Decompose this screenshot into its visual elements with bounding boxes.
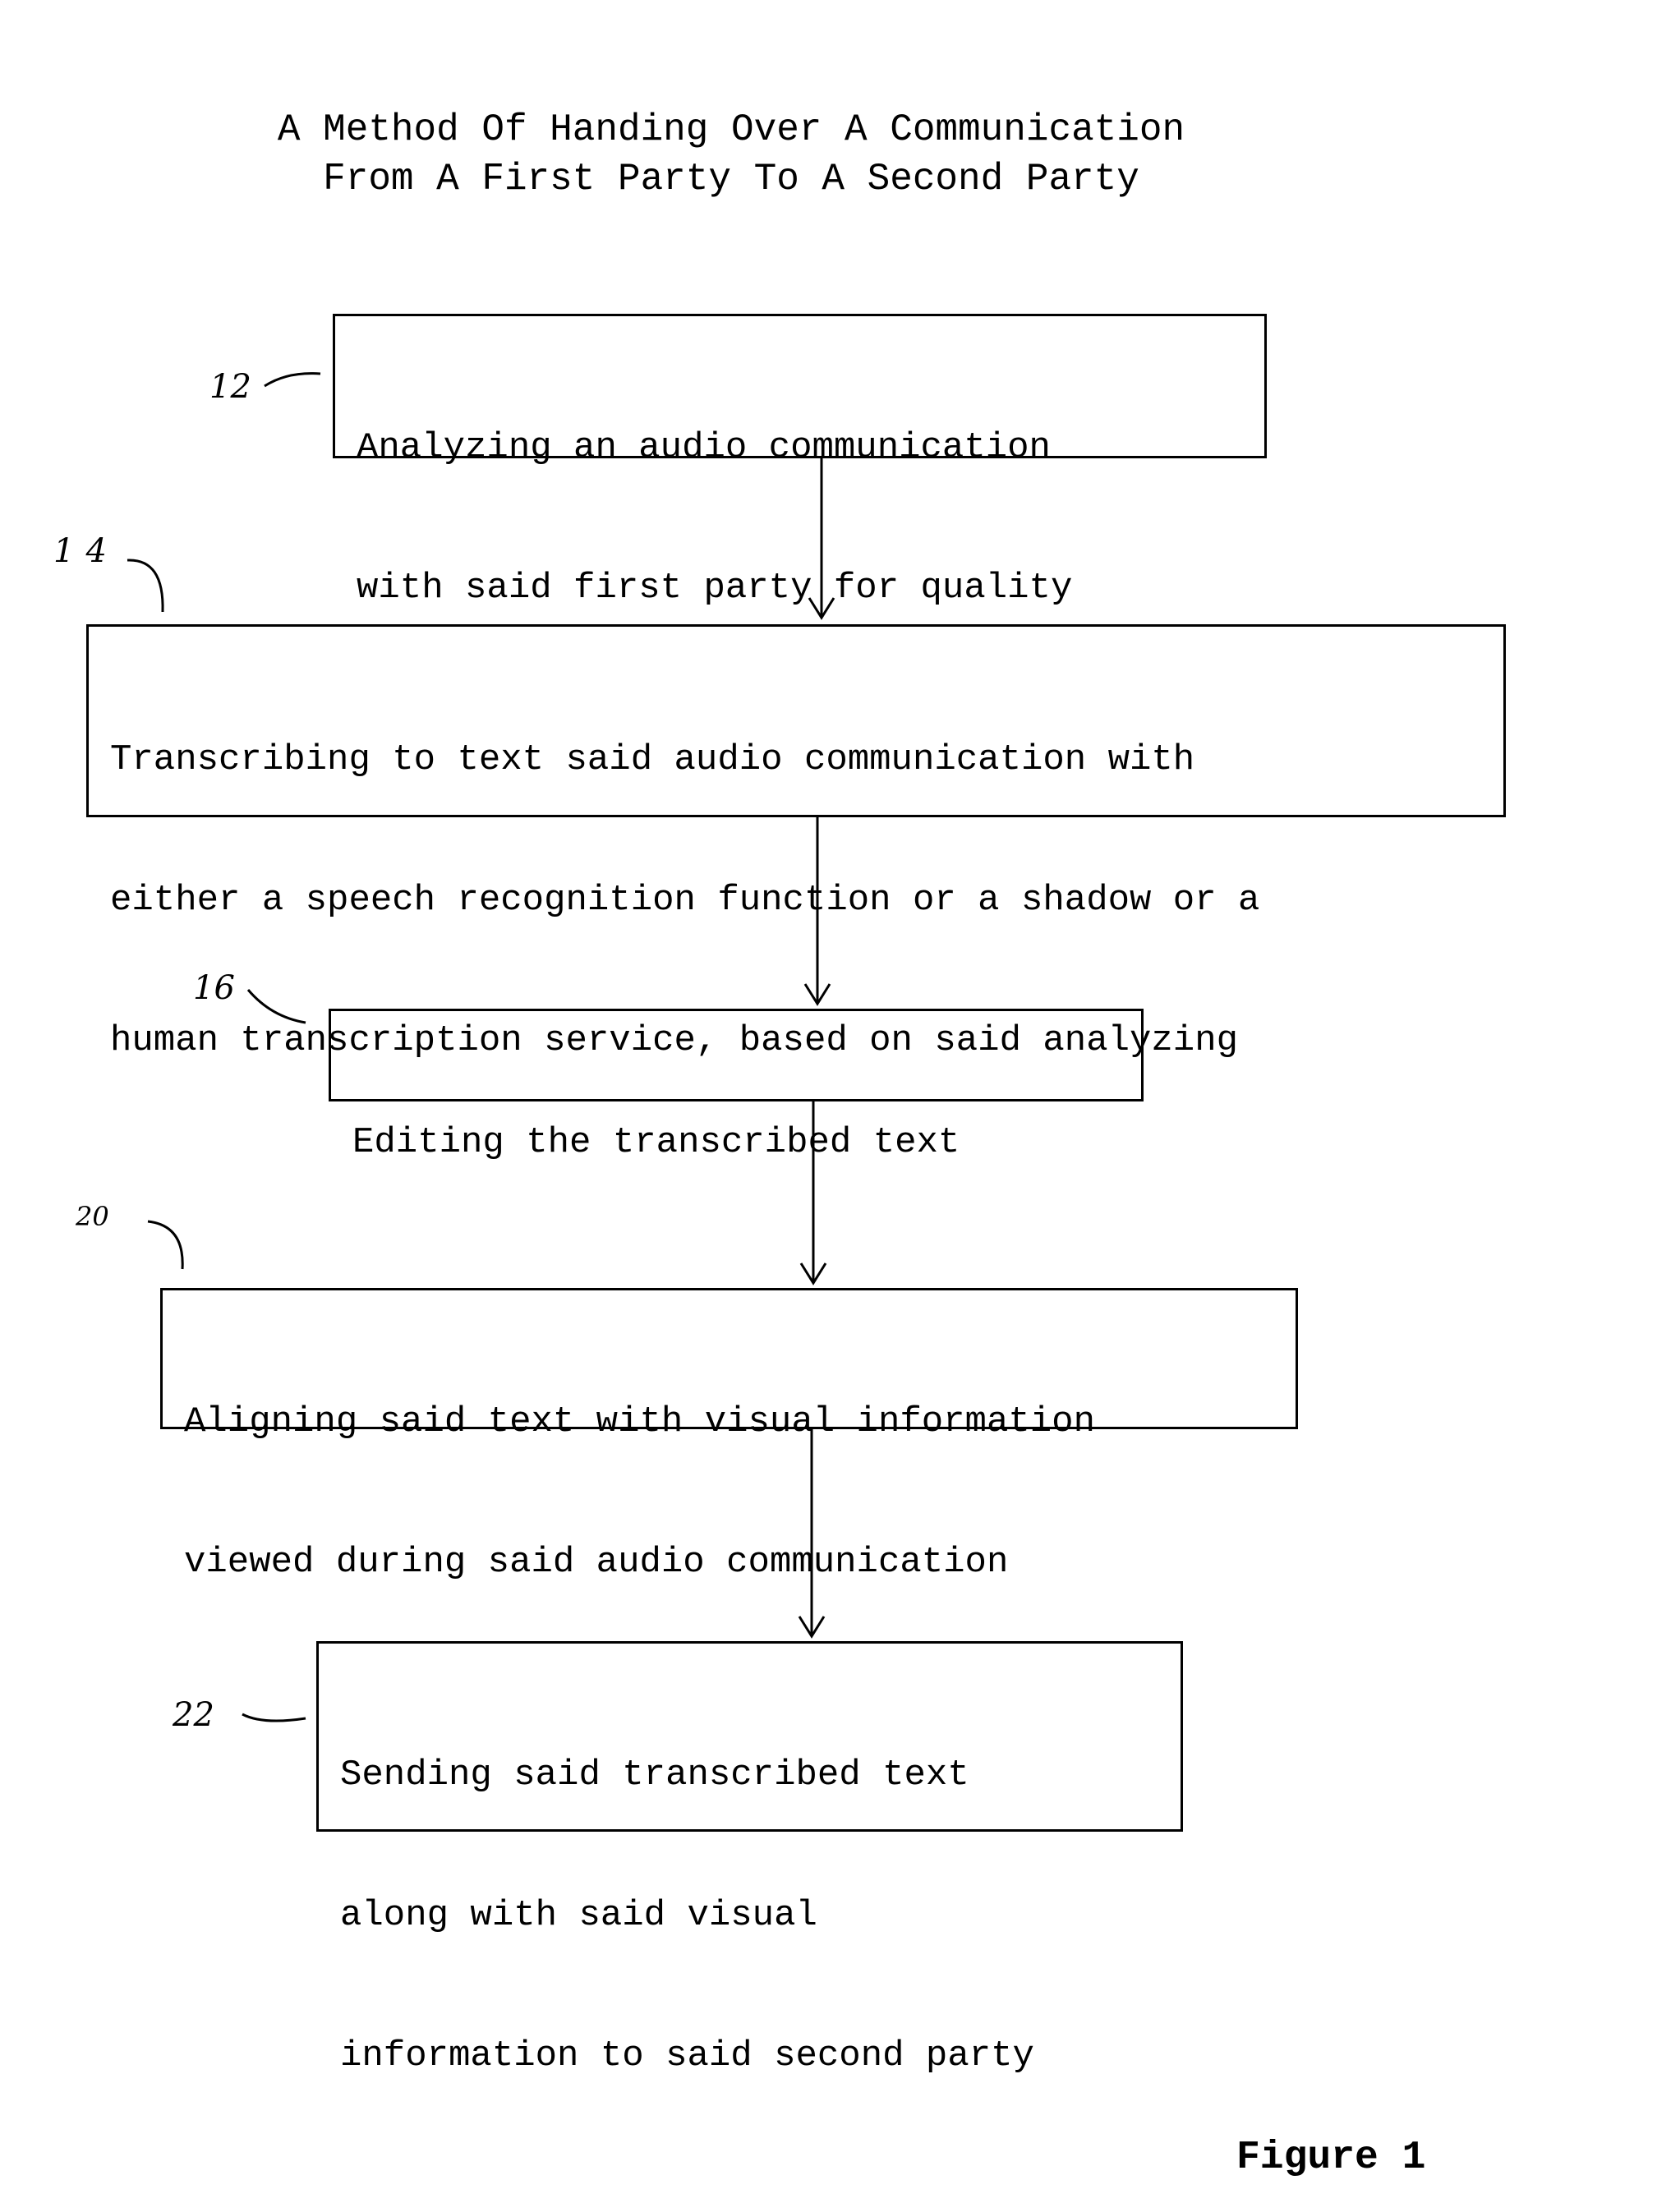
step-text: Sending said transcribed text <box>340 1754 969 1796</box>
step-text: information to said second party <box>340 2035 1034 2076</box>
step-text: Transcribing to text said audio communic… <box>110 739 1195 780</box>
step-text: either a speech recognition function or … <box>110 880 1260 921</box>
leader-line-22 <box>242 1713 306 1722</box>
leader-line-20 <box>147 1220 184 1270</box>
ref-numeral-20: 20 <box>76 1201 109 1232</box>
figure-label: Figure 1 <box>1236 2136 1426 2180</box>
step-text: viewed during said audio communication <box>184 1542 1009 1583</box>
step-box-20: Aligning said text with visual informati… <box>160 1288 1298 1583</box>
ref-numeral-16: 16 <box>193 969 235 1007</box>
ref-numeral-12: 12 <box>209 368 251 406</box>
step-text: Aligning said text with visual informati… <box>184 1401 1095 1442</box>
step-text: along with said visual <box>340 1895 817 1936</box>
ref-numeral-22: 22 <box>173 1696 214 1734</box>
step-box-12: Analyzing an audio communication with sa… <box>333 314 1267 609</box>
leader-line-12 <box>264 372 321 388</box>
step-text: with said first party for quality <box>357 568 1073 609</box>
step-text: Analyzing an audio communication <box>357 427 1051 468</box>
step-box-14: Transcribing to text said audio communic… <box>86 624 1506 1061</box>
step-box-22: Sending said transcribed text along with… <box>316 1641 1183 2076</box>
ref-numeral-14: 14 <box>53 532 118 570</box>
leader-line-14 <box>127 559 164 613</box>
step-text: Editing the transcribed text <box>352 1122 960 1163</box>
step-box-16: Editing the transcribed text <box>329 1009 1144 1163</box>
